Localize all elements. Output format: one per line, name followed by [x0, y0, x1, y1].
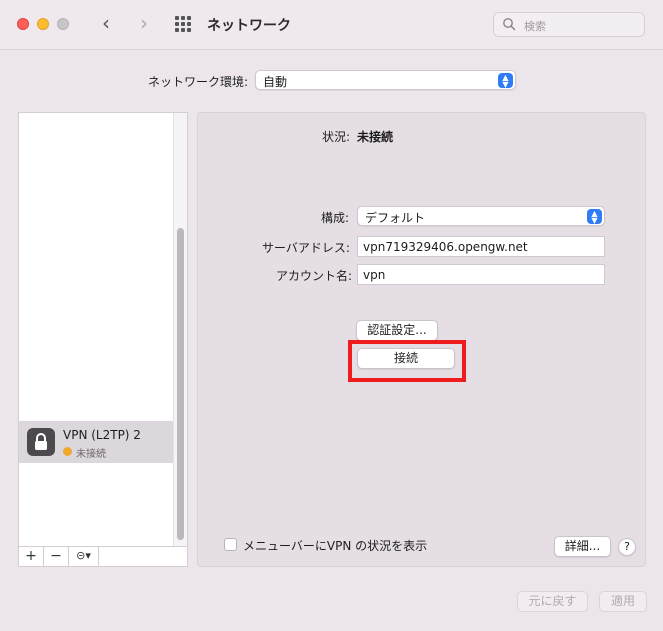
service-list-toolbar: + − ⊝▾ [18, 546, 188, 567]
search-input[interactable]: 検索 [493, 12, 645, 37]
server-address-field[interactable]: vpn719329406.opengw.net [357, 236, 605, 257]
minimize-window-button[interactable] [37, 18, 49, 30]
config-popup[interactable]: デフォルト ▲ ▼ [357, 206, 605, 226]
action-menu-button[interactable]: ⊝▾ [69, 547, 99, 566]
server-address-label: サーバアドレス: [262, 241, 350, 255]
popup-arrows-icon: ▲ ▼ [498, 73, 513, 89]
add-service-button[interactable]: + [19, 547, 44, 566]
title-bar: ‹ › ネットワーク 検索 [0, 0, 663, 50]
show-vpn-status-label: メニューバーにVPN の状況を表示 [243, 539, 428, 553]
location-popup[interactable]: 自動 ▲ ▼ [255, 70, 516, 90]
status-dot-icon [63, 447, 72, 456]
account-name-field[interactable]: vpn [357, 264, 605, 285]
forward-chevron-icon[interactable]: › [134, 12, 154, 36]
show-vpn-status-checkbox[interactable] [224, 538, 237, 551]
back-chevron-icon[interactable]: ‹ [96, 12, 116, 36]
config-label: 構成: [321, 211, 350, 225]
lock-icon [27, 428, 55, 456]
close-window-button[interactable] [17, 18, 29, 30]
apply-button[interactable]: 適用 [599, 591, 647, 612]
popup-arrows-icon: ▲ ▼ [587, 209, 602, 225]
location-label: ネットワーク環境: [148, 75, 249, 89]
service-list[interactable]: VPN (L2TP) 2 未接続 [18, 112, 188, 547]
window-title: ネットワーク [207, 18, 291, 34]
account-name-label: アカウント名: [276, 269, 353, 283]
status-label: 状況: [322, 130, 351, 144]
scrollbar[interactable] [173, 113, 187, 546]
config-value: デフォルト [365, 211, 426, 225]
service-item-vpn[interactable]: VPN (L2TP) 2 未接続 [19, 421, 173, 463]
scrollbar-thumb[interactable] [177, 228, 184, 540]
network-preferences-window: ‹ › ネットワーク 検索 ネットワーク環境: 自動 ▲ ▼ VPN (L2TP… [0, 0, 663, 631]
advanced-button[interactable]: 詳細... [554, 536, 611, 557]
search-icon [503, 18, 516, 31]
remove-service-button[interactable]: − [44, 547, 69, 566]
show-all-grid-icon[interactable] [175, 16, 191, 32]
service-name: VPN (L2TP) 2 [63, 428, 141, 442]
help-button[interactable]: ? [618, 538, 636, 556]
service-status: 未接続 [76, 449, 106, 460]
status-value: 未接続 [357, 130, 394, 144]
connect-button[interactable]: 接続 [357, 348, 455, 369]
revert-button[interactable]: 元に戻す [517, 591, 588, 612]
zoom-window-button[interactable] [57, 18, 69, 30]
search-placeholder: 検索 [524, 20, 546, 33]
location-value: 自動 [263, 75, 288, 89]
authentication-settings-button[interactable]: 認証設定... [356, 320, 438, 341]
